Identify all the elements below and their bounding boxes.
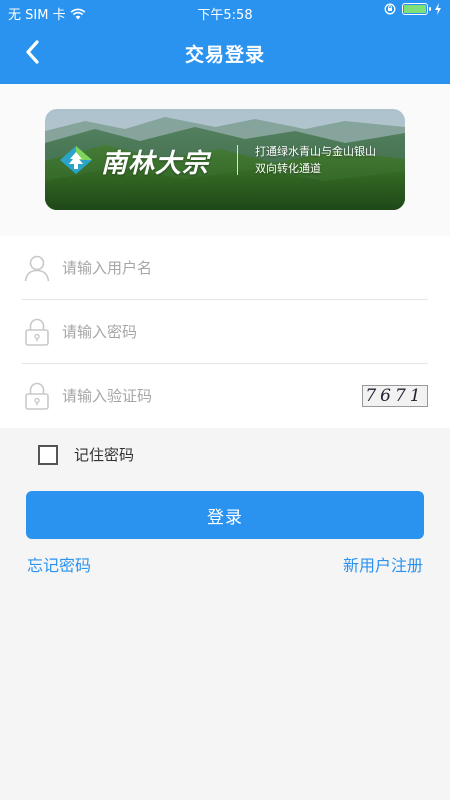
username-input[interactable] <box>62 254 342 282</box>
tree-logo-icon <box>60 146 92 174</box>
register-link[interactable]: 新用户注册 <box>343 552 423 576</box>
slogan-line-1: 打通绿水青山与金山银山 <box>255 145 376 158</box>
login-button[interactable]: 登录 <box>26 491 424 539</box>
captcha-image[interactable]: 7671 <box>362 385 428 407</box>
captcha-input[interactable] <box>62 382 342 410</box>
password-row <box>22 300 428 364</box>
lock-icon <box>25 318 49 346</box>
brand-banner: 南林大宗 打通绿水青山与金山银山 双向转化通道 <box>45 109 405 210</box>
banner-divider <box>237 145 238 175</box>
slogan-line-2: 双向转化通道 <box>255 162 321 175</box>
remember-checkbox[interactable] <box>38 444 58 465</box>
brand-slogan: 打通绿水青山与金山银山 双向转化通道 <box>255 143 376 177</box>
status-right <box>384 3 442 15</box>
login-form: 7671 <box>0 236 450 428</box>
username-row <box>22 236 428 300</box>
status-bar: 无 SIM 卡 下午5:58 <box>0 0 450 24</box>
battery-icon <box>402 3 431 15</box>
brand-name: 南林大宗 <box>101 149 210 179</box>
captcha-row: 7671 <box>22 364 428 428</box>
app-header: 无 SIM 卡 下午5:58 交易登录 <box>0 0 450 84</box>
user-icon <box>24 255 50 282</box>
charging-icon <box>435 3 441 15</box>
page-title: 交易登录 <box>184 44 265 66</box>
orientation-lock-icon <box>384 3 396 15</box>
status-time: 下午5:58 <box>197 8 253 23</box>
lock-icon <box>25 382 49 410</box>
banner-section: 南林大宗 打通绿水青山与金山银山 双向转化通道 <box>0 84 450 236</box>
password-input[interactable] <box>62 318 342 346</box>
forgot-password-link[interactable]: 忘记密码 <box>27 552 91 576</box>
remember-password-toggle[interactable]: 记住密码 <box>38 444 134 465</box>
remember-label: 记住密码 <box>74 446 135 464</box>
